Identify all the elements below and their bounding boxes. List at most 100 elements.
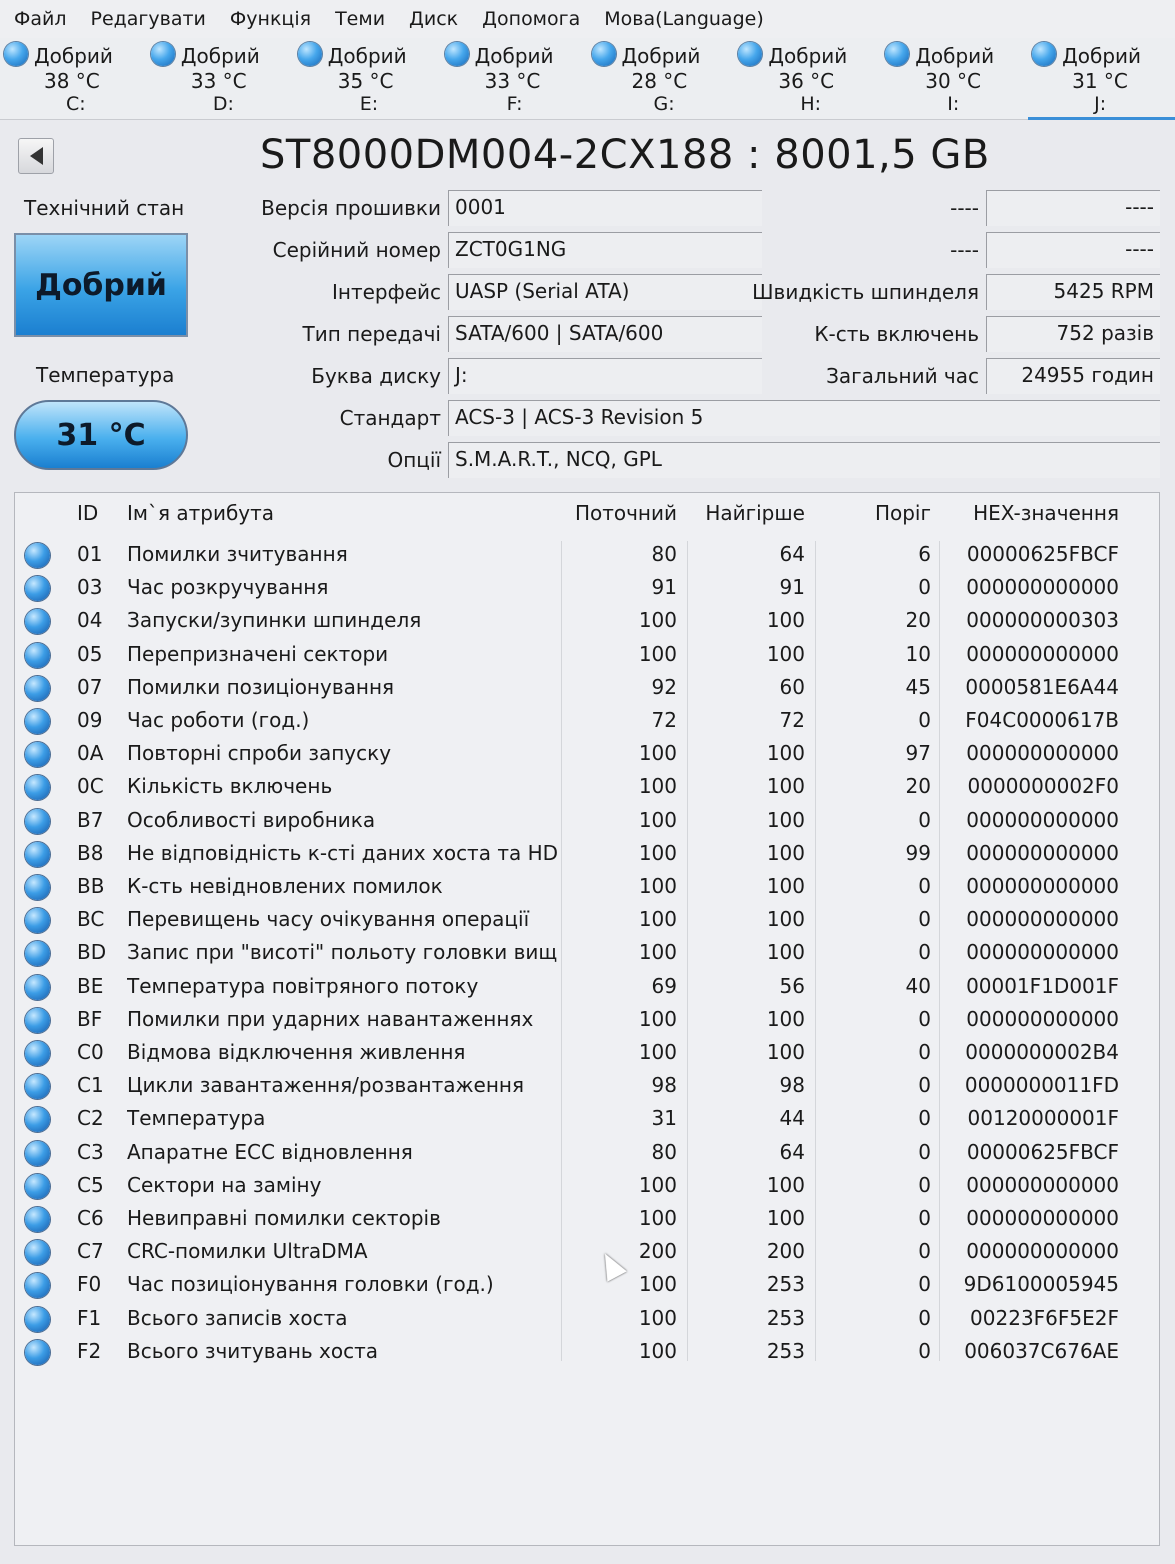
table-row[interactable]: C7 CRC-помилки UltraDMA 200 200 0 00000000000… (15, 1236, 1145, 1269)
table-row[interactable]: 0A Повторні спроби запуску 100 100 97 0000000… (15, 738, 1145, 771)
status-dot-icon (25, 1140, 50, 1166)
drive-tab[interactable]: Добрий 36 °C H: (734, 38, 881, 120)
cell-hex: 000000000000 (966, 807, 1119, 832)
table-row[interactable]: F0 Час позиціонування головки (год.) 100 25… (15, 1269, 1145, 1302)
power-count-label: К-сть включень (814, 322, 979, 346)
drive-status: Добрий (180, 44, 260, 68)
table-row[interactable]: C0 Відмова відключення живлення 100 100 0 000… (15, 1037, 1145, 1070)
table-row[interactable]: C1 Цикли завантаження/розвантаження 98 98 0 0… (15, 1070, 1145, 1103)
table-row[interactable]: C3 Апаратне ECC відновлення 80 64 0 00000625F… (15, 1137, 1145, 1170)
standard-field: ACS-3 | ACS-3 Revision 5 (448, 400, 1160, 436)
cell-worst: 60 (779, 674, 805, 699)
drive-letter: H: (800, 93, 822, 115)
table-row[interactable]: F1 Всього записів хоста 100 253 0 00223F6F5E2… (15, 1303, 1145, 1336)
header-id[interactable]: ID (77, 501, 98, 525)
menu-item[interactable]: Мова(Language) (604, 8, 763, 30)
header-hex[interactable]: HEX-значення (939, 501, 1119, 525)
drive-status: Добрий (915, 44, 995, 68)
table-row[interactable]: 07 Помилки позиціонування 92 60 45 0000581E6A… (15, 672, 1145, 705)
cell-name: Запуски/зупинки шпинделя (127, 608, 422, 633)
cell-hex: 9D6100005945 (963, 1272, 1119, 1297)
cell-id: B7 (77, 807, 104, 832)
power-hours-label: Загальний час (826, 364, 979, 388)
header-worst[interactable]: Найгірше (683, 501, 805, 525)
table-row[interactable]: BF Помилки при ударних навантаженнях 100 10… (15, 1004, 1145, 1037)
back-button[interactable] (18, 138, 54, 174)
cell-name: Перевищень часу очікування операції (127, 907, 530, 932)
status-dot-icon (297, 42, 322, 66)
drive-status: Добрий (768, 44, 848, 68)
header-name[interactable]: Ім`я атрибута (127, 501, 274, 525)
table-row[interactable]: BD Запис при "висоті" польоту головки вищ… (15, 937, 1145, 970)
status-dot-icon (25, 841, 50, 867)
cell-hex: 006037C676AE (964, 1338, 1119, 1363)
cell-threshold: 0 (918, 1106, 931, 1131)
options-label: Опції (387, 448, 441, 472)
cell-hex: 00000625FBCF (966, 1139, 1119, 1164)
drive-tab[interactable]: Добрий 30 °C I: (881, 38, 1028, 120)
drive-tab[interactable]: Добрий 38 °C C: (0, 38, 147, 120)
drive-letter-label: Буква диску (311, 364, 441, 388)
cell-worst: 253 (766, 1338, 805, 1363)
blank1-field: ---- (986, 190, 1160, 226)
cell-id: 04 (77, 608, 103, 633)
drive-letter: J: (1094, 93, 1107, 115)
drive-temperature: 36 °C (778, 69, 835, 93)
cell-id: 0C (77, 774, 104, 799)
cell-id: F2 (77, 1338, 102, 1363)
cell-threshold: 0 (918, 1139, 931, 1164)
table-row[interactable]: 03 Час розкручування 91 91 0 000000000000 (15, 572, 1145, 605)
table-row[interactable]: B7 Особливості виробника 100 100 0 0000000000… (15, 805, 1145, 838)
status-dot-icon (25, 775, 50, 801)
header-threshold[interactable]: Поріг (811, 501, 931, 525)
menu-item[interactable]: Файл (14, 8, 67, 30)
drive-tab[interactable]: Добрий 33 °C F: (441, 38, 588, 120)
drive-letter: F: (506, 93, 523, 115)
table-row[interactable]: 0C Кількість включень 100 100 20 0000000002F0 (15, 771, 1145, 804)
status-dot-icon (25, 875, 50, 900)
table-row[interactable]: 04 Запуски/зупинки шпинделя 100 100 20 000000… (15, 605, 1145, 638)
drive-temperature: 38 °C (44, 69, 100, 93)
table-row[interactable]: B8 Не відповідність к-сті даних хоста та … (15, 838, 1145, 871)
table-row[interactable]: F2 Всього зчитувань хоста 100 253 0 006037C67… (15, 1336, 1145, 1369)
back-arrow-icon (29, 147, 43, 165)
menu-item[interactable]: Редагувати (91, 8, 206, 30)
menu-item[interactable]: Допомога (482, 8, 580, 30)
menu-item[interactable]: Функція (230, 8, 311, 30)
interface-field: UASP (Serial ATA) (448, 274, 762, 310)
table-row[interactable]: C6 Невиправні помилки секторів 100 100 0 0000… (15, 1203, 1145, 1236)
table-row[interactable]: BE Температура повітряного потоку 69 56 40 00… (15, 971, 1145, 1004)
header-current[interactable]: Поточний (555, 501, 677, 525)
cell-hex: 00120000001F (967, 1106, 1119, 1131)
cell-name: Повторні спроби запуску (127, 741, 392, 766)
cell-id: BD (77, 940, 107, 965)
drive-temperature: 28 °C (631, 69, 688, 93)
cell-id: C3 (77, 1139, 104, 1164)
table-row[interactable]: C2 Температура 31 44 0 00120000001F (15, 1103, 1145, 1136)
table-row[interactable]: C5 Сектори на заміну 100 100 0 000000000000 (15, 1170, 1145, 1203)
cell-worst: 64 (779, 542, 805, 566)
drive-tab[interactable]: Добрий 35 °C E: (294, 38, 441, 120)
cell-id: 03 (77, 575, 103, 600)
power-hours-field: 24955 годин (986, 358, 1160, 394)
smart-table[interactable]: ID Ім`я атрибута Поточний Найгірше Поріг… (14, 492, 1160, 1546)
menu-item[interactable]: Теми (335, 8, 385, 30)
cell-worst: 100 (766, 608, 805, 633)
drive-temperature: 31 °C (1072, 69, 1128, 93)
drive-tab[interactable]: Добрий 33 °C D: (147, 38, 294, 120)
menu-item[interactable]: Диск (409, 8, 458, 30)
health-status-button[interactable]: Добрий (14, 233, 188, 337)
cell-worst: 100 (766, 807, 805, 832)
table-row[interactable]: 01 Помилки зчитування 80 64 6 00000625FBCF (15, 539, 1145, 572)
table-row[interactable]: BB К-сть невідновлених помилок 100 100 0 0000… (15, 871, 1145, 904)
drive-tab[interactable]: Добрий 31 °C J: (1028, 38, 1175, 120)
status-dot-icon (25, 742, 50, 768)
cell-name: Помилки зчитування (127, 542, 348, 566)
cell-threshold: 0 (918, 708, 931, 732)
table-row[interactable]: 09 Час роботи (год.) 72 72 0 F04C0000617B (15, 705, 1145, 738)
table-row[interactable]: 05 Перепризначені сектори 100 100 10 00000000… (15, 639, 1145, 672)
drive-status: Добрий (1062, 44, 1142, 68)
table-row[interactable]: BC Перевищень часу очікування операції 100… (15, 904, 1145, 937)
cell-name: Цикли завантаження/розвантаження (127, 1073, 525, 1098)
drive-tab[interactable]: Добрий 28 °C G: (588, 38, 735, 120)
